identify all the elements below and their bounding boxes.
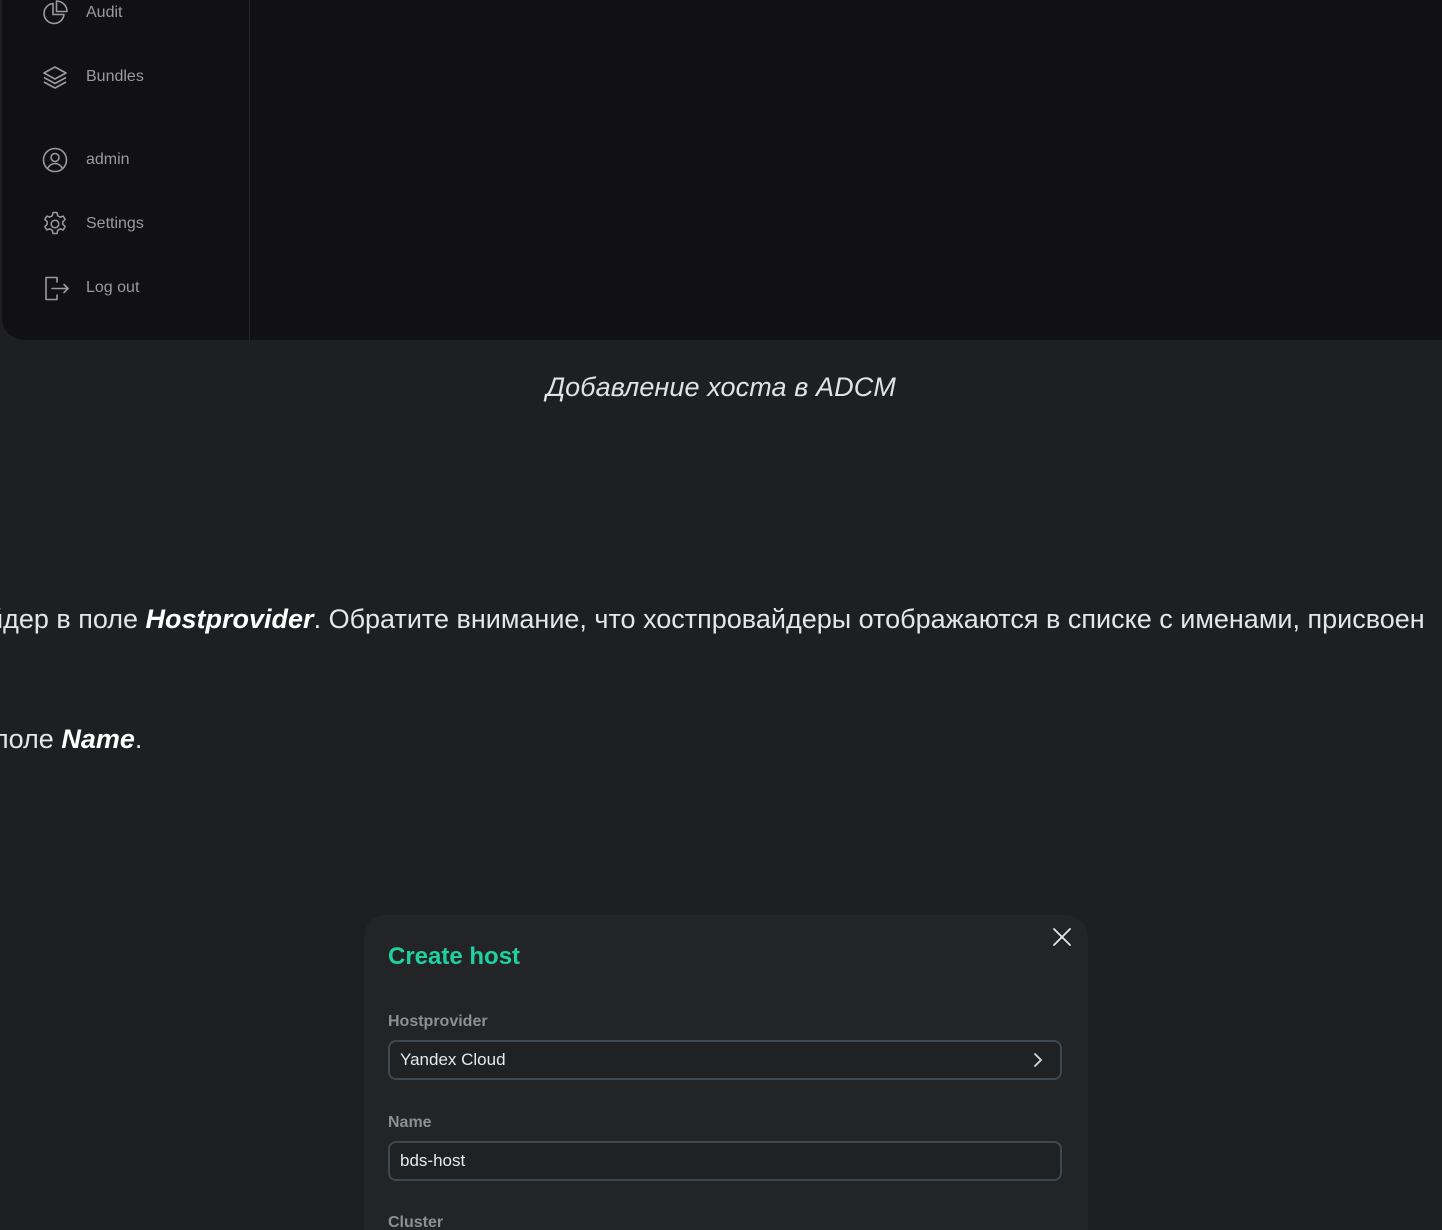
- instruction-name: поле Name.: [0, 722, 142, 756]
- sidebar-item-label: Settings: [86, 215, 144, 232]
- para-text: . Обратите внимание, что хостпровайдеры …: [313, 604, 1425, 634]
- sidebar-item-audit[interactable]: Audit: [40, 0, 122, 29]
- name-label: Name: [388, 1114, 432, 1131]
- page: Audit Bundles admin Settings Log out Доб…: [0, 0, 1442, 1230]
- sidebar: Audit Bundles admin Settings Log out: [2, 0, 250, 340]
- sidebar-item-settings[interactable]: Settings: [40, 208, 144, 240]
- instruction-hostprovider: йдер в поле Hostprovider. Обратите внима…: [0, 602, 1425, 636]
- name-input[interactable]: bds-host: [388, 1141, 1062, 1181]
- sidebar-item-label: Bundles: [86, 68, 144, 85]
- figure-caption: Добавление хоста в ADCM: [546, 372, 896, 402]
- cluster-label: Cluster: [388, 1214, 444, 1230]
- name-value: bds-host: [400, 1151, 466, 1170]
- logout-icon: [45, 276, 69, 301]
- hostprovider-value: Yandex Cloud: [400, 1050, 506, 1069]
- field-name-emphasis: Hostprovider: [145, 604, 314, 634]
- sidebar-item-label: Audit: [86, 4, 123, 21]
- sidebar-item-label: Log out: [86, 279, 140, 296]
- user-icon: [42, 147, 68, 173]
- para-text: поле: [0, 724, 62, 754]
- chevron-right-icon: [1034, 1053, 1042, 1067]
- sidebar-item-admin[interactable]: admin: [40, 144, 130, 176]
- para-text: йдер в поле: [0, 604, 146, 634]
- dialog-title: Create host: [388, 943, 521, 970]
- layers-icon: [43, 66, 67, 89]
- gear-icon: [44, 211, 66, 235]
- para-text: .: [134, 724, 143, 754]
- hostprovider-select[interactable]: Yandex Cloud: [388, 1040, 1062, 1080]
- hostprovider-label: Hostprovider: [388, 1013, 488, 1030]
- close-icon[interactable]: [1048, 923, 1076, 951]
- sidebar-item-bundles[interactable]: Bundles: [40, 61, 144, 93]
- create-host-dialog: Create host Hostprovider Yandex Cloud Na…: [364, 915, 1088, 1230]
- sidebar-item-logout[interactable]: Log out: [40, 272, 139, 304]
- pie-chart-icon: [43, 0, 68, 25]
- field-name-emphasis: Name: [61, 724, 135, 754]
- sidebar-item-label: admin: [86, 151, 130, 168]
- adcm-screenshot: Audit Bundles admin Settings Log out: [2, 0, 1442, 340]
